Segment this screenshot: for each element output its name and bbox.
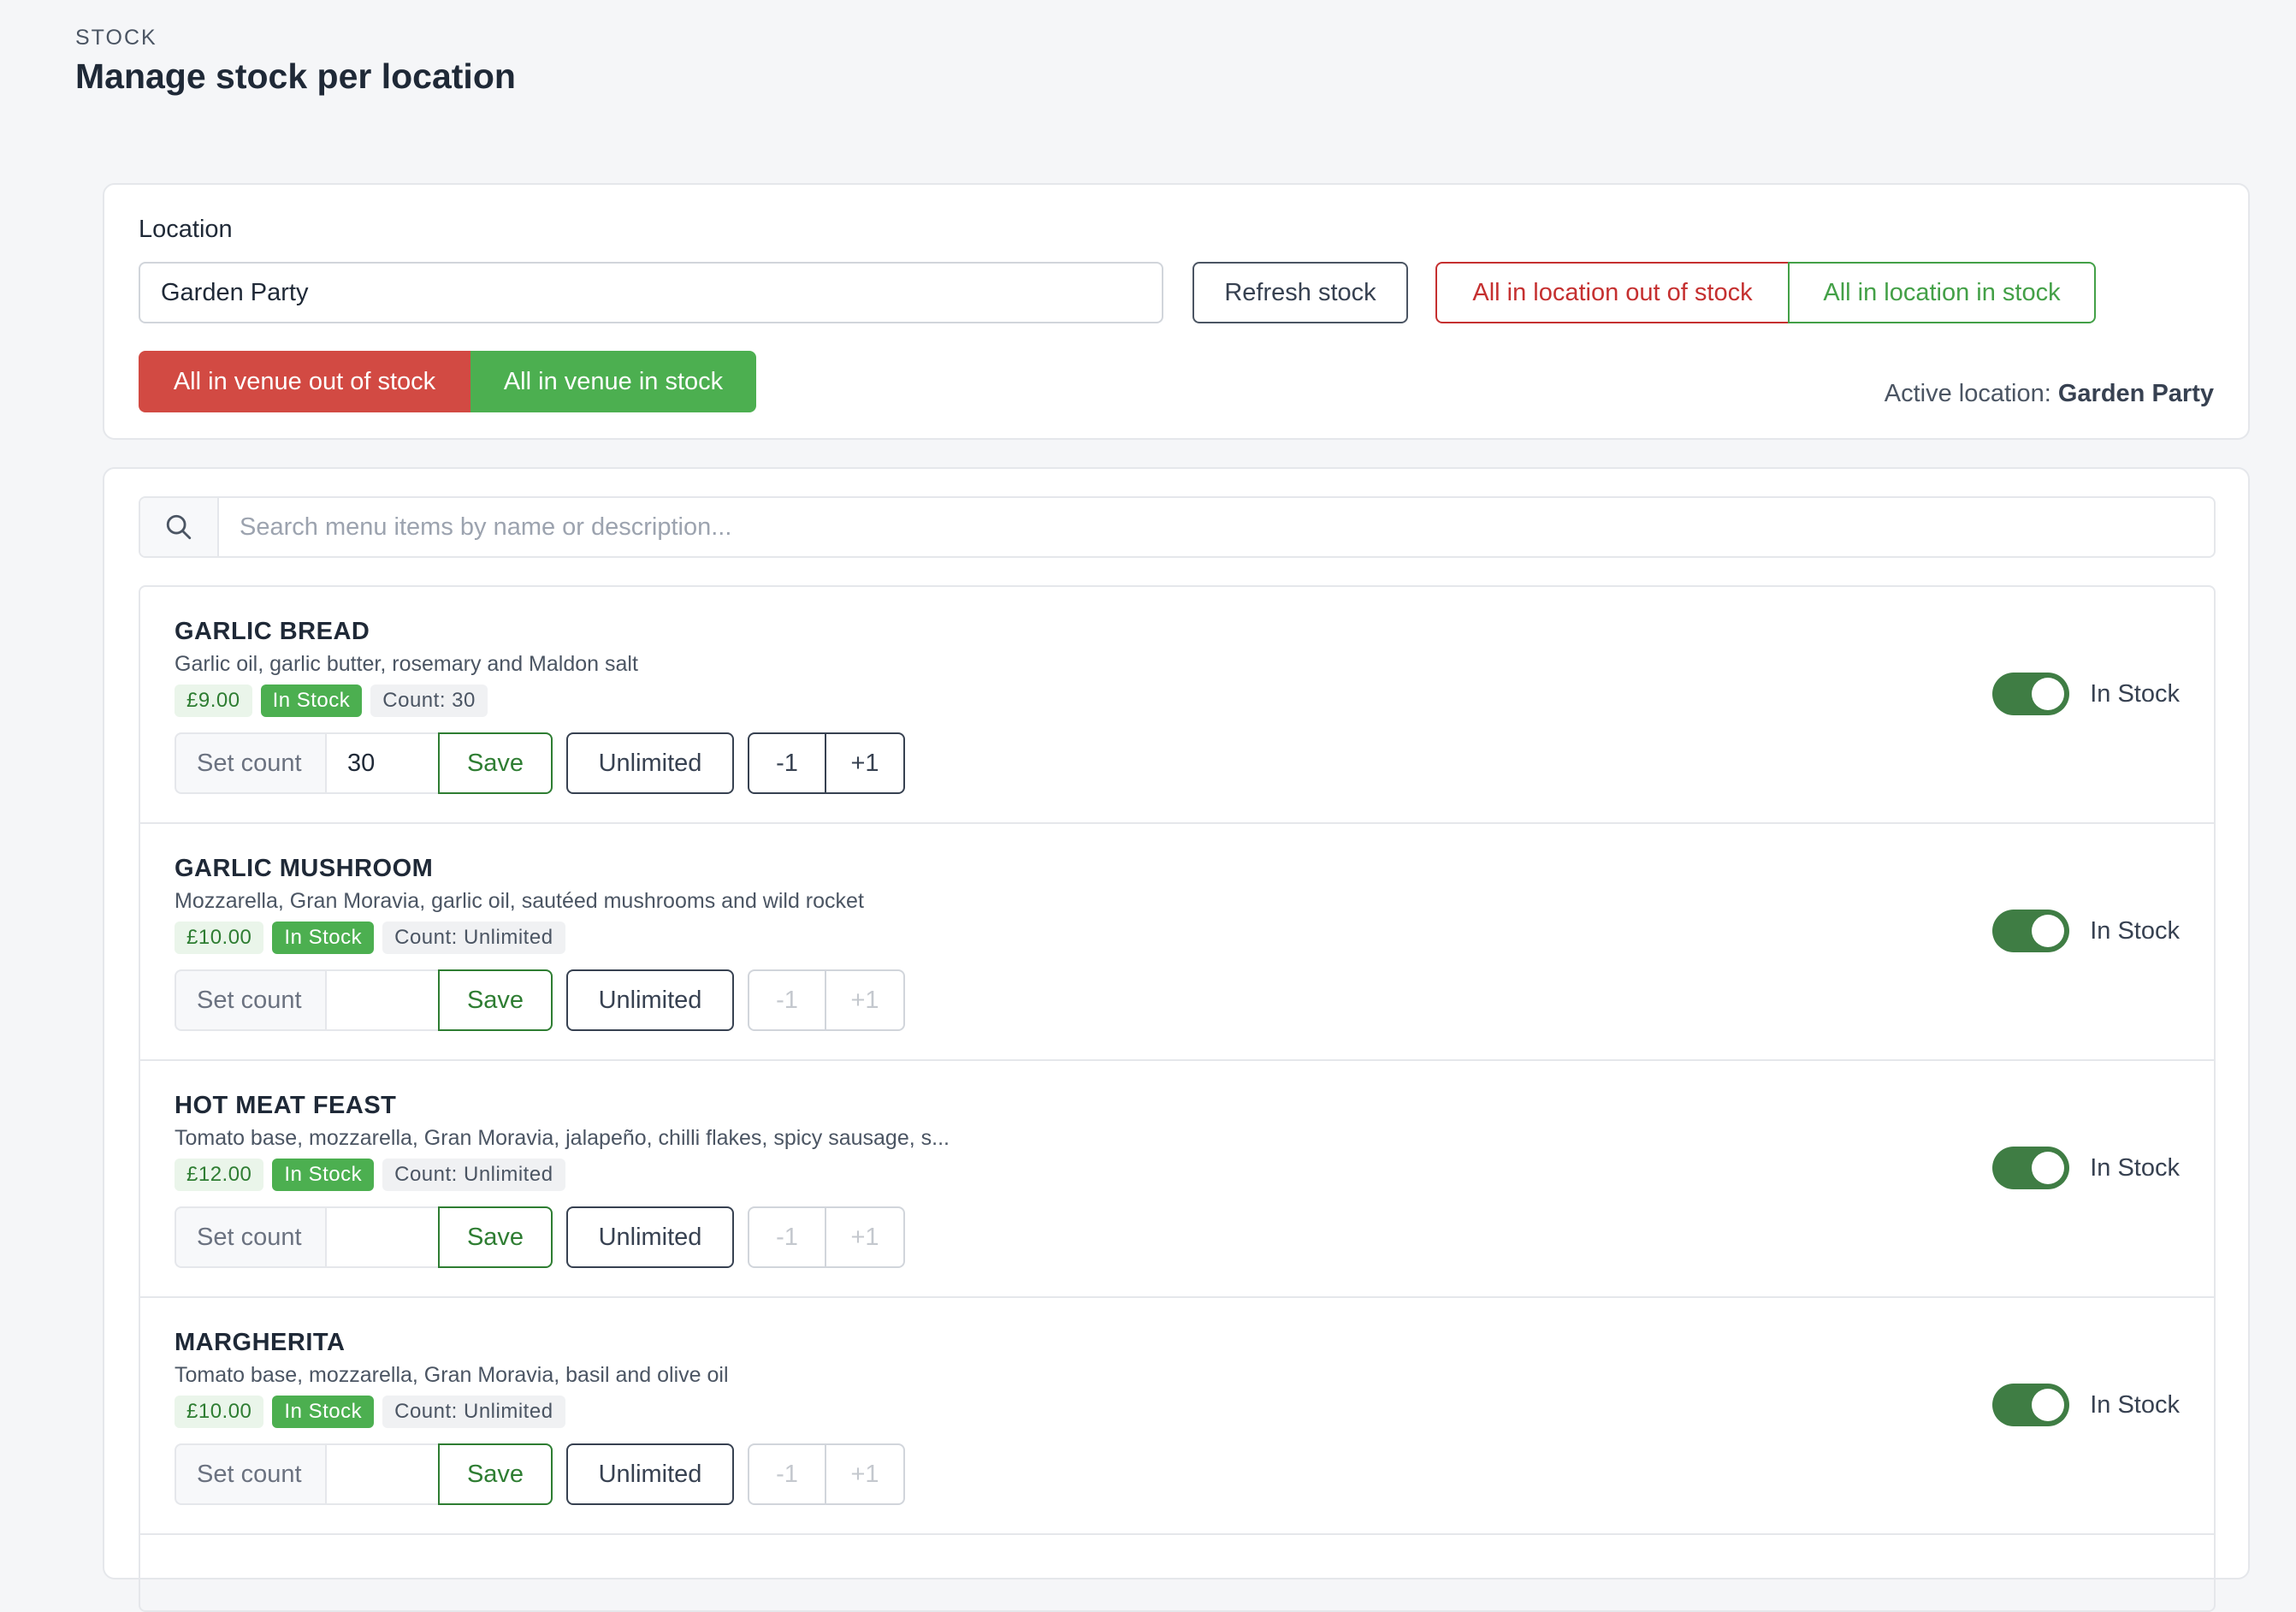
venue-out-of-stock-button[interactable]: All in venue out of stock: [139, 351, 470, 412]
count-input[interactable]: [325, 1443, 438, 1505]
venue-in-stock-button[interactable]: All in venue in stock: [470, 351, 756, 412]
save-button[interactable]: Save: [438, 732, 553, 794]
stock-status-badge: In Stock: [260, 685, 363, 717]
unlimited-button[interactable]: Unlimited: [566, 732, 734, 794]
stock-status-badge: In Stock: [272, 922, 375, 954]
list-item: GARLIC BREAD Garlic oil, garlic butter, …: [140, 587, 2214, 824]
toggle-knob: [2032, 1152, 2065, 1184]
item-name: HOT MEAT FEAST: [175, 1092, 397, 1119]
item-name: MARGHERITA: [175, 1329, 346, 1356]
page-eyebrow: STOCK: [75, 26, 157, 50]
price-badge: £9.00: [175, 685, 252, 717]
search-input[interactable]: Search menu items by name or description…: [219, 498, 2214, 556]
count-input[interactable]: [325, 1206, 438, 1268]
price-badge: £10.00: [175, 922, 264, 954]
stock-status-badge: In Stock: [272, 1159, 375, 1191]
toggle-label: In Stock: [2090, 1153, 2180, 1182]
count-badge: Count: 30: [370, 685, 488, 717]
stock-toggle[interactable]: [1992, 910, 2070, 952]
location-select[interactable]: Garden Party: [139, 262, 1163, 323]
item-description: Mozzarella, Gran Moravia, garlic oil, sa…: [175, 889, 864, 913]
items-panel: Search menu items by name or description…: [103, 467, 2250, 1612]
search-icon: [140, 498, 219, 556]
toggle-knob: [2032, 915, 2065, 947]
stock-status-badge: In Stock: [272, 1396, 375, 1428]
location-label: Location: [139, 216, 233, 243]
set-count-label: Set count: [175, 1443, 325, 1505]
count-badge: Count: Unlimited: [382, 1396, 565, 1428]
item-description: Tomato base, mozzarella, Gran Moravia, j…: [175, 1126, 950, 1150]
count-input[interactable]: [325, 969, 438, 1031]
decrement-button[interactable]: -1: [748, 1206, 826, 1268]
save-button[interactable]: Save: [438, 969, 553, 1031]
increment-button[interactable]: +1: [826, 732, 905, 794]
toggle-label: In Stock: [2090, 1390, 2180, 1419]
active-location-prefix: Active location:: [1884, 380, 2051, 407]
location-out-of-stock-button[interactable]: All in location out of stock: [1435, 262, 1790, 323]
item-description: Garlic oil, garlic butter, rosemary and …: [175, 652, 638, 676]
set-count-label: Set count: [175, 732, 325, 794]
item-name: GARLIC MUSHROOM: [175, 855, 434, 882]
increment-button[interactable]: +1: [826, 1206, 905, 1268]
decrement-button[interactable]: -1: [748, 732, 826, 794]
list-item: GARLIC MUSHROOM Mozzarella, Gran Moravia…: [140, 824, 2214, 1061]
price-badge: £12.00: [175, 1159, 264, 1191]
list-item: MARGHERITA Tomato base, mozzarella, Gran…: [140, 1298, 2214, 1535]
item-list: GARLIC BREAD Garlic oil, garlic butter, …: [139, 585, 2216, 1612]
stock-toggle[interactable]: [1992, 1384, 2070, 1426]
save-button[interactable]: Save: [438, 1206, 553, 1268]
count-badge: Count: Unlimited: [382, 922, 565, 954]
set-count-label: Set count: [175, 1206, 325, 1268]
save-button[interactable]: Save: [438, 1443, 553, 1505]
toggle-label: In Stock: [2090, 679, 2180, 708]
set-count-label: Set count: [175, 969, 325, 1031]
location-in-stock-button[interactable]: All in location in stock: [1788, 262, 2096, 323]
item-description: Tomato base, mozzarella, Gran Moravia, b…: [175, 1363, 729, 1387]
decrement-button[interactable]: -1: [748, 1443, 826, 1505]
page-title: Manage stock per location: [75, 56, 516, 96]
toggle-label: In Stock: [2090, 916, 2180, 945]
location-panel: Location Garden Party Refresh stock All …: [103, 183, 2250, 440]
unlimited-button[interactable]: Unlimited: [566, 1206, 734, 1268]
increment-button[interactable]: +1: [826, 1443, 905, 1505]
toggle-knob: [2032, 678, 2065, 710]
refresh-stock-button[interactable]: Refresh stock: [1192, 262, 1408, 323]
unlimited-button[interactable]: Unlimited: [566, 1443, 734, 1505]
search-bar: Search menu items by name or description…: [139, 496, 2216, 558]
count-badge: Count: Unlimited: [382, 1159, 565, 1191]
price-badge: £10.00: [175, 1396, 264, 1428]
increment-button[interactable]: +1: [826, 969, 905, 1031]
decrement-button[interactable]: -1: [748, 969, 826, 1031]
unlimited-button[interactable]: Unlimited: [566, 969, 734, 1031]
stock-toggle[interactable]: [1992, 1147, 2070, 1189]
active-location: Active location: Garden Party: [1885, 380, 2214, 408]
active-location-value: Garden Party: [2057, 380, 2214, 407]
toggle-knob: [2032, 1389, 2065, 1421]
stock-toggle[interactable]: [1992, 673, 2070, 715]
item-name: GARLIC BREAD: [175, 618, 370, 645]
count-input[interactable]: 30: [325, 732, 438, 794]
list-item: HOT MEAT FEAST Tomato base, mozzarella, …: [140, 1061, 2214, 1298]
